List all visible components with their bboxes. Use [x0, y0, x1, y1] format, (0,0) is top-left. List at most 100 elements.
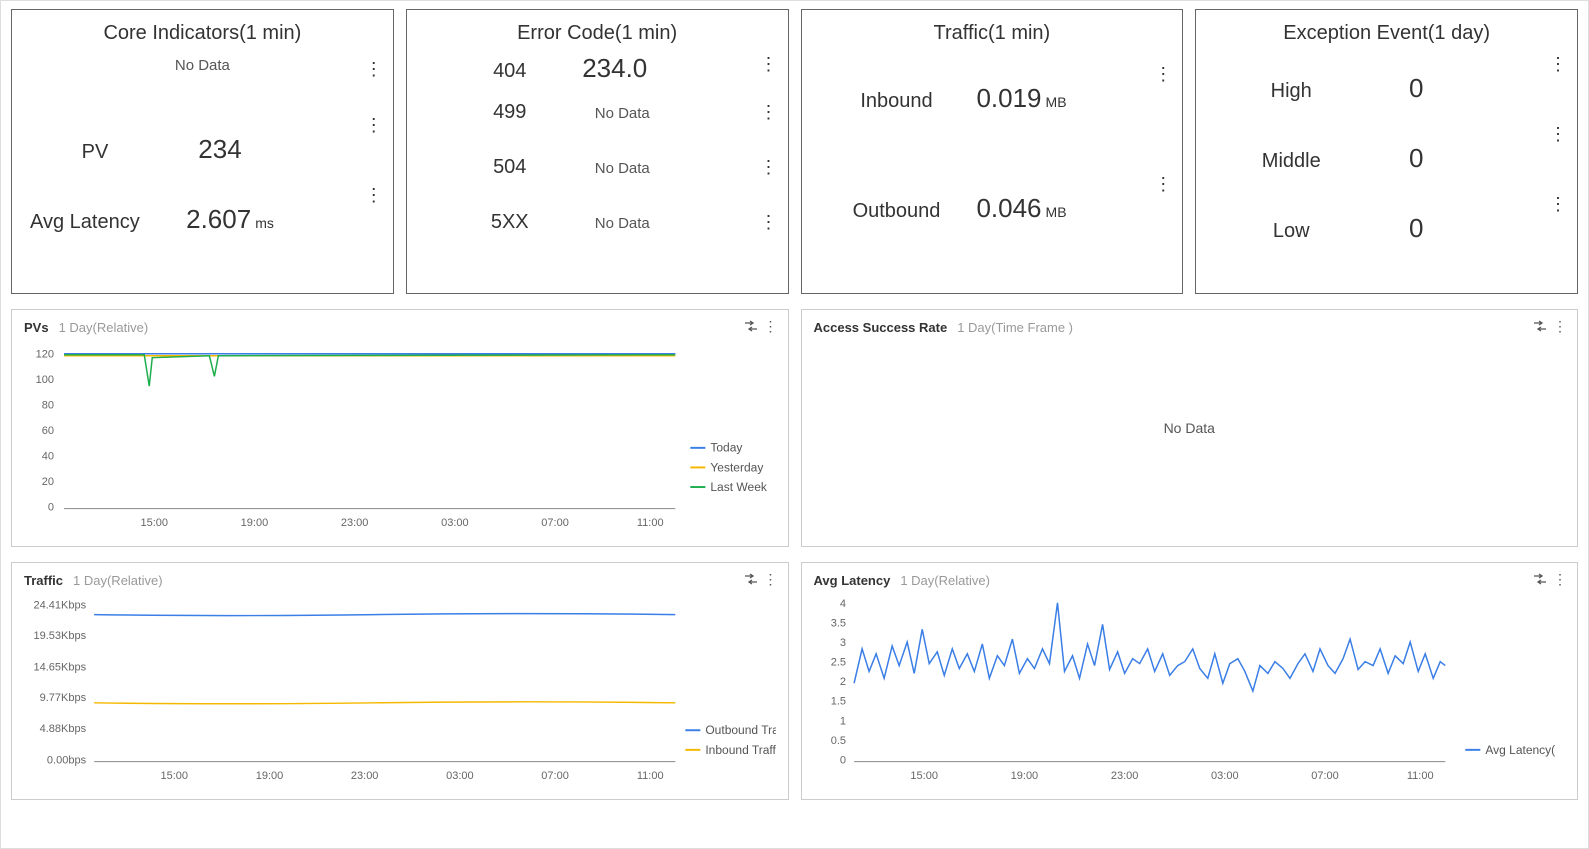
- more-icon[interactable]: ⋮: [1154, 175, 1172, 193]
- more-icon[interactable]: ⋮: [760, 158, 778, 176]
- chart-traffic: Traffic 1 Day(Relative) ⋮ 0.00bps 4.88Kb…: [11, 562, 789, 800]
- high-value: 0: [1356, 73, 1476, 104]
- svg-text:120: 120: [36, 349, 54, 361]
- more-icon[interactable]: ⋮: [1549, 55, 1567, 73]
- svg-text:Today: Today: [710, 441, 742, 455]
- chart-subtitle: 1 Day(Relative): [73, 573, 163, 588]
- compare-icon[interactable]: [1533, 572, 1547, 588]
- svg-text:4.88Kbps: 4.88Kbps: [40, 723, 87, 735]
- no-data-text: No Data: [595, 160, 650, 177]
- 499-label: 499: [465, 101, 555, 124]
- high-label: High: [1226, 80, 1356, 103]
- svg-text:0: 0: [48, 502, 54, 514]
- svg-text:11:00: 11:00: [637, 770, 664, 782]
- svg-text:4: 4: [839, 598, 845, 610]
- svg-text:40: 40: [42, 451, 54, 463]
- svg-text:9.77Kbps: 9.77Kbps: [40, 692, 87, 704]
- low-label: Low: [1226, 220, 1356, 243]
- chart-title: PVs: [24, 320, 49, 335]
- svg-text:11:00: 11:00: [637, 517, 664, 529]
- svg-text:0: 0: [839, 755, 845, 767]
- svg-text:07:00: 07:00: [541, 770, 569, 782]
- outbound-value: 0.046MB: [962, 193, 1082, 224]
- svg-text:Avg Latency(: Avg Latency(: [1485, 743, 1555, 757]
- inbound-label: Inbound: [832, 90, 962, 113]
- svg-text:11:00: 11:00: [1406, 770, 1433, 782]
- more-icon[interactable]: ⋮: [760, 55, 778, 73]
- card-title: Traffic(1 min): [802, 10, 1183, 53]
- compare-icon[interactable]: [744, 319, 758, 335]
- svg-text:19:00: 19:00: [256, 770, 284, 782]
- 5xx-label: 5XX: [465, 211, 555, 234]
- svg-text:23:00: 23:00: [351, 770, 379, 782]
- more-icon[interactable]: ⋮: [1154, 65, 1172, 83]
- svg-text:2.5: 2.5: [830, 657, 845, 669]
- chart-pvs: PVs 1 Day(Relative) ⋮ 0 20 40 60 80 100: [11, 309, 789, 547]
- no-data-text: No Data: [595, 215, 650, 232]
- svg-text:2: 2: [839, 676, 845, 688]
- svg-text:23:00: 23:00: [341, 517, 369, 529]
- svg-text:03:00: 03:00: [446, 770, 474, 782]
- more-icon[interactable]: ⋮: [764, 318, 778, 335]
- svg-text:19.53Kbps: 19.53Kbps: [33, 630, 86, 642]
- more-icon[interactable]: ⋮: [1549, 195, 1567, 213]
- latency-value: 2.607ms: [170, 204, 290, 235]
- chart-success-rate: Access Success Rate 1 Day(Time Frame ) ⋮…: [801, 309, 1579, 547]
- card-title: Core Indicators(1 min): [12, 10, 393, 53]
- more-icon[interactable]: ⋮: [365, 186, 383, 204]
- chart-title: Access Success Rate: [814, 320, 948, 335]
- svg-text:14.65Kbps: 14.65Kbps: [33, 662, 86, 674]
- svg-text:0.5: 0.5: [830, 735, 845, 747]
- svg-text:03:00: 03:00: [1211, 770, 1239, 782]
- svg-text:07:00: 07:00: [1311, 770, 1339, 782]
- svg-text:80: 80: [42, 400, 54, 412]
- card-title: Exception Event(1 day): [1196, 10, 1577, 53]
- svg-text:60: 60: [42, 425, 54, 437]
- svg-text:1: 1: [839, 715, 845, 727]
- svg-text:Yesterday: Yesterday: [710, 460, 763, 474]
- svg-text:19:00: 19:00: [1010, 770, 1038, 782]
- chart-title: Avg Latency: [814, 573, 891, 588]
- svg-text:19:00: 19:00: [241, 517, 269, 529]
- svg-text:07:00: 07:00: [541, 517, 569, 529]
- pv-value: 234: [160, 134, 280, 165]
- outbound-label: Outbound: [832, 200, 962, 223]
- pv-label: PV: [30, 141, 160, 164]
- more-icon[interactable]: ⋮: [1553, 318, 1567, 335]
- chart-title: Traffic: [24, 573, 63, 588]
- svg-text:Last Week: Last Week: [710, 480, 767, 494]
- svg-text:24.41Kbps: 24.41Kbps: [33, 600, 86, 612]
- chart-subtitle: 1 Day(Time Frame ): [957, 320, 1073, 335]
- card-traffic: Traffic(1 min) Inbound 0.019MB ⋮ Outboun…: [801, 9, 1184, 294]
- latency-label: Avg Latency: [30, 211, 170, 234]
- svg-text:3: 3: [839, 637, 845, 649]
- svg-text:Outbound Tra: Outbound Tra: [705, 723, 775, 737]
- chart-avg-latency: Avg Latency 1 Day(Relative) ⋮ 0 0.5 1 1.…: [801, 562, 1579, 800]
- 404-label: 404: [465, 60, 555, 83]
- svg-text:15:00: 15:00: [140, 517, 168, 529]
- compare-icon[interactable]: [1533, 319, 1547, 335]
- svg-text:100: 100: [36, 374, 54, 386]
- chart-subtitle: 1 Day(Relative): [59, 320, 149, 335]
- no-data-text: No Data: [802, 420, 1578, 436]
- card-title: Error Code(1 min): [407, 10, 788, 53]
- 504-label: 504: [465, 156, 555, 179]
- middle-value: 0: [1356, 143, 1476, 174]
- svg-text:23:00: 23:00: [1110, 770, 1138, 782]
- card-exception-event: Exception Event(1 day) High 0 ⋮ Middle 0…: [1195, 9, 1578, 294]
- chart-subtitle: 1 Day(Relative): [900, 573, 990, 588]
- card-error-code: Error Code(1 min) 404 234.0 ⋮ 499 No Dat…: [406, 9, 789, 294]
- svg-text:03:00: 03:00: [441, 517, 469, 529]
- middle-label: Middle: [1226, 150, 1356, 173]
- svg-text:15:00: 15:00: [910, 770, 938, 782]
- more-icon[interactable]: ⋮: [760, 213, 778, 231]
- more-icon[interactable]: ⋮: [1553, 571, 1567, 588]
- more-icon[interactable]: ⋮: [760, 103, 778, 121]
- no-data-text: No Data: [595, 105, 650, 122]
- compare-icon[interactable]: [744, 572, 758, 588]
- more-icon[interactable]: ⋮: [365, 116, 383, 134]
- 404-value: 234.0: [555, 53, 675, 84]
- more-icon[interactable]: ⋮: [764, 571, 778, 588]
- more-icon[interactable]: ⋮: [1549, 125, 1567, 143]
- card-core-indicators: Core Indicators(1 min) ⋮ No Data PV 234 …: [11, 9, 394, 294]
